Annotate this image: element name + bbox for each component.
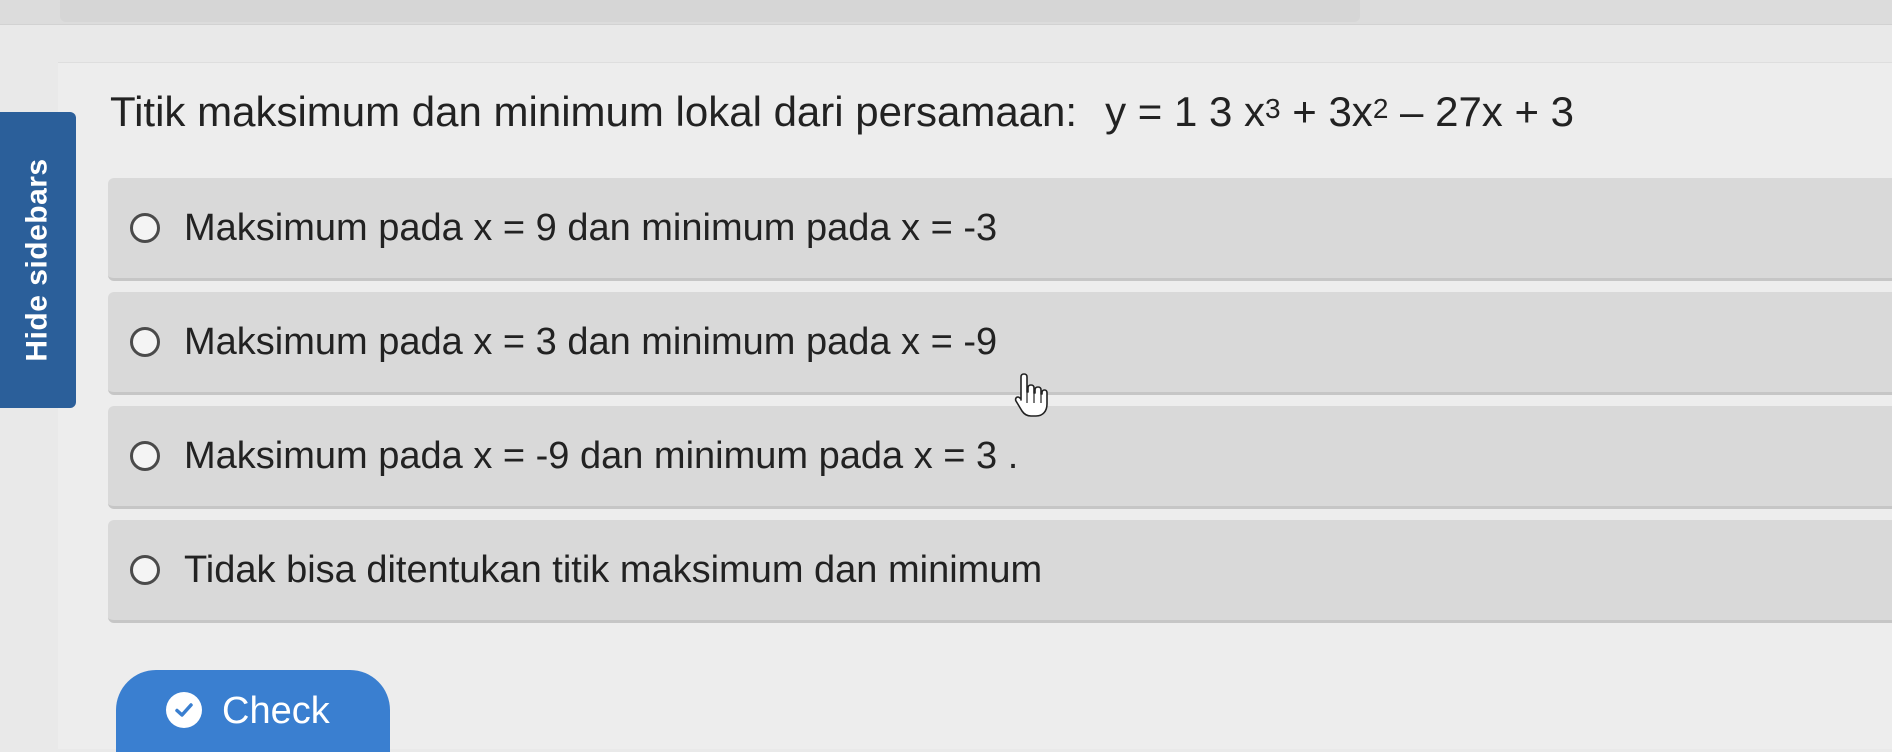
answer-option-label: Maksimum pada x = 3 dan minimum pada x =…: [184, 320, 998, 363]
radio-button-2[interactable]: [130, 327, 160, 357]
equation-part-1: y = 1 3 x: [1105, 88, 1265, 135]
answer-option-label: Tidak bisa ditentukan titik maksimum dan…: [184, 548, 1043, 591]
question-prefix: Titik maksimum dan minimum lokal dari pe…: [110, 88, 1078, 135]
radio-button-3[interactable]: [130, 441, 160, 471]
radio-button-4[interactable]: [130, 555, 160, 585]
equation-exponent-1: 3: [1265, 93, 1281, 124]
top-bar: [60, 0, 1360, 22]
answer-option-label: Maksimum pada x = 9 dan minimum pada x =…: [184, 206, 998, 249]
answer-option-label: Maksimum pada x = -9 dan minimum pada x …: [184, 434, 1019, 477]
radio-button-1[interactable]: [130, 213, 160, 243]
equation-part-2: + 3x: [1280, 88, 1373, 135]
answer-option-2[interactable]: Maksimum pada x = 3 dan minimum pada x =…: [108, 292, 1892, 395]
check-circle-icon: [166, 692, 202, 728]
answer-option-3[interactable]: Maksimum pada x = -9 dan minimum pada x …: [108, 406, 1892, 509]
equation-exponent-2: 2: [1372, 93, 1389, 124]
check-button[interactable]: Check: [116, 670, 390, 752]
hide-sidebars-label: Hide sidebars: [21, 158, 54, 362]
question-text: Titik maksimum dan minimum lokal dari pe…: [110, 88, 1574, 148]
check-button-label: Check: [222, 690, 330, 732]
question-equation: y = 1 3 x3 + 3x2 – 27x + 3: [1105, 88, 1574, 136]
answer-options: Maksimum pada x = 9 dan minimum pada x =…: [108, 178, 1892, 634]
hand-pointer-icon: [1014, 373, 1048, 417]
top-strip: [0, 0, 1892, 25]
answer-option-4[interactable]: Tidak bisa ditentukan titik maksimum dan…: [108, 520, 1892, 623]
hide-sidebars-button[interactable]: Hide sidebars: [0, 112, 76, 408]
answer-option-1[interactable]: Maksimum pada x = 9 dan minimum pada x =…: [108, 178, 1892, 281]
equation-part-3: – 27x + 3: [1388, 88, 1575, 135]
